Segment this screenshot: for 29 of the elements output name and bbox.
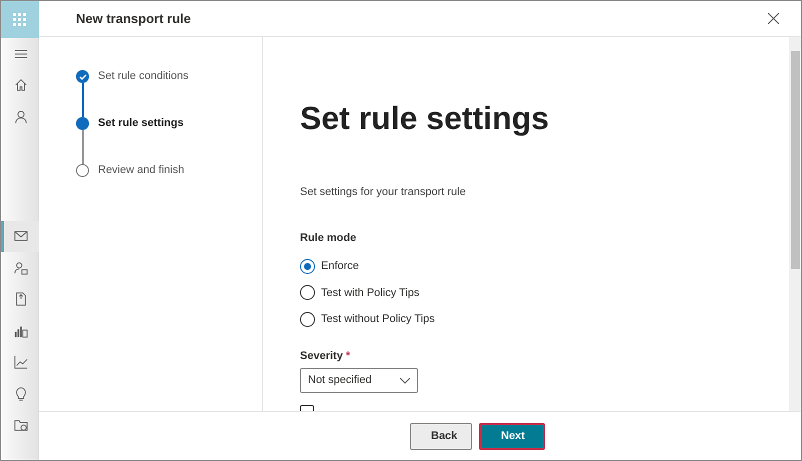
radio-option[interactable]: Test without Policy Tips <box>300 311 435 328</box>
folder-globe-icon[interactable] <box>14 418 28 432</box>
step-label: Review and finish <box>98 164 184 177</box>
rule-mode-label: Rule mode <box>300 230 356 246</box>
app-launcher-tile[interactable] <box>1 1 38 38</box>
person-lock-icon[interactable] <box>14 260 28 275</box>
step-label: Set rule settings <box>98 117 184 131</box>
required-asterisk: * <box>346 348 350 364</box>
mail-icon[interactable] <box>14 229 28 244</box>
severity-label: Severity <box>300 348 343 364</box>
step-label: Set rule conditions <box>98 70 188 84</box>
bar-chart-icon[interactable] <box>14 324 28 338</box>
radio-option[interactable]: Test with Policy Tips <box>300 284 420 301</box>
next-button[interactable]: Next <box>479 422 545 450</box>
back-button[interactable]: Back <box>410 422 472 450</box>
home-icon[interactable] <box>14 78 28 92</box>
nav-item[interactable] <box>1 220 38 252</box>
scrollbar[interactable] <box>789 37 801 411</box>
lightbulb-icon[interactable] <box>14 386 28 401</box>
panel-title: New transport rule <box>76 10 191 28</box>
description-text: Set settings for your transport rule <box>300 185 467 200</box>
person-icon[interactable] <box>14 110 28 124</box>
severity-dropdown[interactable]: Not specified <box>300 368 418 393</box>
chevron-down-icon <box>400 378 410 384</box>
radio-option[interactable]: Enforce <box>300 258 359 274</box>
document-icon[interactable] <box>14 292 28 306</box>
close-icon[interactable] <box>768 13 779 24</box>
line-chart-icon[interactable] <box>14 355 28 370</box>
page-heading: Set rule settings <box>300 99 550 137</box>
